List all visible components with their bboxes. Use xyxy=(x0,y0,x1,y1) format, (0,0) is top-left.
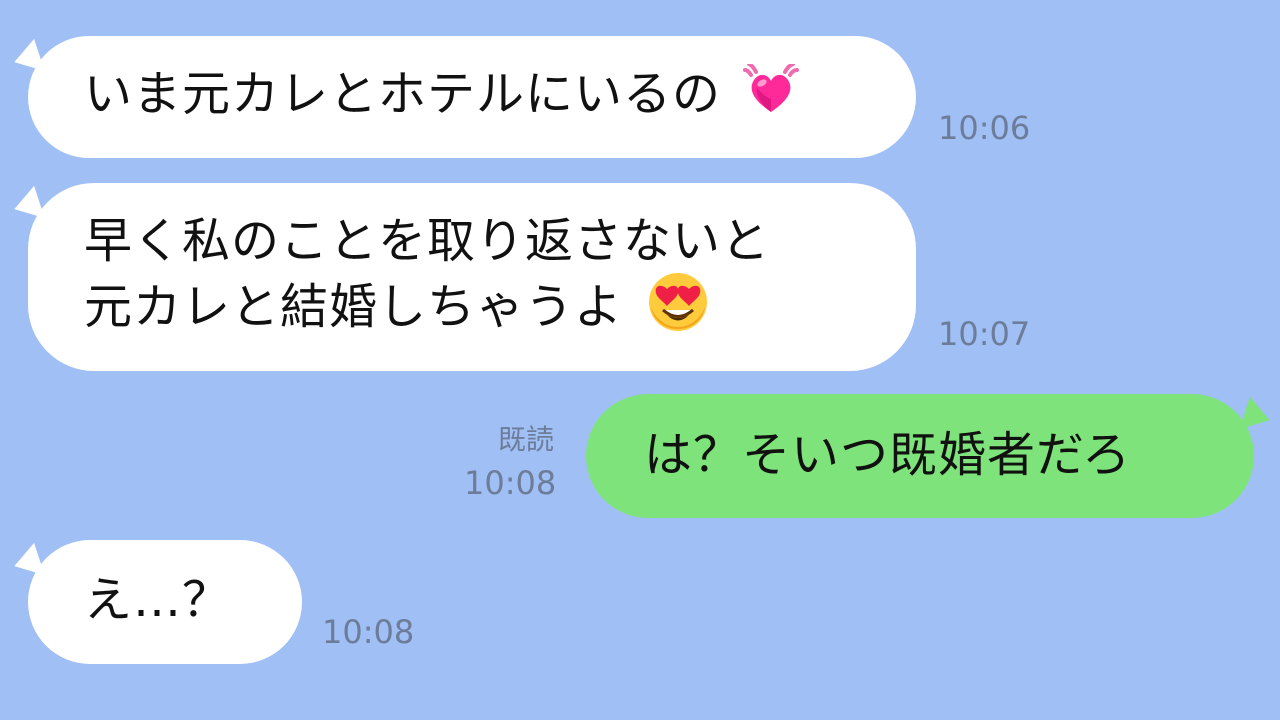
bubble-tail xyxy=(9,542,45,584)
bubble-tail xyxy=(9,38,45,80)
message-line: 元カレと結婚しちゃうよ xyxy=(84,279,624,335)
message-time: 10:08 xyxy=(322,613,415,651)
chat-window: いま元カレとホテルにいるの 10:06 早く私のことを取り返さないと 元カレと結… xyxy=(0,0,1280,720)
incoming-message-bubble[interactable]: え…？ xyxy=(9,540,302,664)
incoming-message-bubble[interactable]: いま元カレとホテルにいるの xyxy=(9,36,916,158)
heart-eyes-smiley-icon xyxy=(647,271,709,333)
bubble-tail xyxy=(9,185,45,227)
read-receipt: 既読 xyxy=(498,423,555,456)
message-text: は？そいつ既婚者だろ xyxy=(644,427,1132,483)
incoming-message-bubble[interactable]: 早く私のことを取り返さないと 元カレと結婚しちゃうよ xyxy=(9,183,916,371)
message-line: 早く私のことを取り返さないと xyxy=(84,213,771,269)
heart-icon xyxy=(743,62,800,116)
message-text: え…？ xyxy=(84,572,232,628)
message-time: 10:07 xyxy=(938,315,1031,353)
outgoing-message-bubble[interactable]: は？そいつ既婚者だろ xyxy=(586,394,1275,518)
message-time: 10:06 xyxy=(938,109,1031,147)
message-time: 10:08 xyxy=(464,464,557,502)
message-text: いま元カレとホテルにいるの xyxy=(84,66,722,122)
bubble-tail xyxy=(1239,396,1275,438)
